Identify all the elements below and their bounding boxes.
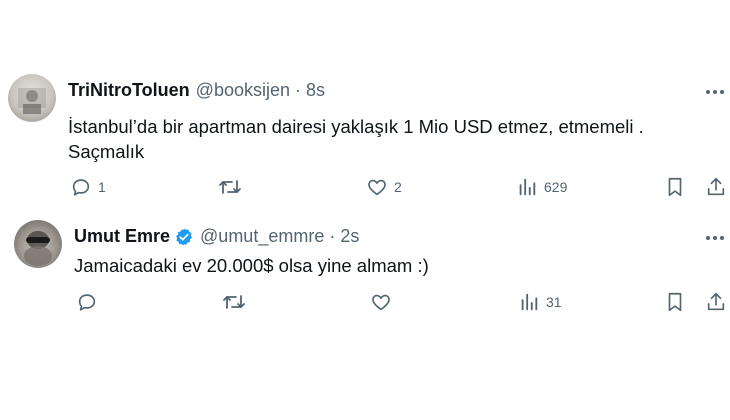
views-button[interactable]: 629 (516, 176, 567, 198)
tweet-text-line-1: Jamaicadaki ev 20.000$ olsa yine almam :… (74, 255, 429, 276)
separator-dot: · (295, 80, 301, 100)
avatar-image (24, 231, 52, 266)
bookmark-button[interactable] (664, 291, 686, 313)
reply-count: 1 (98, 179, 106, 195)
timestamp[interactable]: 8s (306, 80, 325, 101)
tweet-2[interactable]: Umut Emre @umut_emmre · 2s Jamaicadaki e… (0, 210, 730, 330)
heart-icon (366, 176, 388, 198)
reply-button[interactable] (76, 291, 104, 313)
reply-icon (70, 176, 92, 198)
timestamp[interactable]: 2s (340, 226, 359, 247)
share-button[interactable] (705, 176, 727, 198)
tweet-header: Umut Emre @umut_emmre · 2s (74, 226, 359, 247)
action-bar: 31 (0, 291, 730, 315)
retweet-button[interactable] (218, 176, 248, 198)
retweet-icon (222, 291, 246, 313)
views-icon (518, 291, 540, 313)
avatar[interactable] (8, 74, 56, 122)
views-button[interactable]: 31 (518, 291, 562, 313)
tweet-header: TriNitroToluen @booksijen · 8s (68, 80, 325, 101)
author-handle[interactable]: @umut_emmre (200, 226, 324, 247)
bookmark-icon (664, 291, 686, 313)
tweet-text-line-1: İstanbul’da bir apartman dairesi yaklaşı… (68, 116, 644, 137)
share-icon (705, 291, 727, 313)
bookmark-button[interactable] (664, 176, 686, 198)
more-icon[interactable] (702, 228, 728, 248)
avatar-image (18, 88, 46, 114)
like-count: 2 (394, 179, 402, 195)
like-button[interactable]: 2 (366, 176, 402, 198)
views-count: 629 (544, 179, 568, 195)
avatar[interactable] (14, 220, 62, 268)
share-icon (705, 176, 727, 198)
heart-icon (370, 291, 392, 313)
retweet-icon (218, 176, 242, 198)
reply-button[interactable]: 1 (70, 176, 106, 198)
author-handle[interactable]: @booksijen (196, 80, 290, 101)
author-name[interactable]: Umut Emre (74, 226, 170, 247)
reply-icon (76, 291, 98, 313)
more-icon[interactable] (702, 82, 728, 102)
author-name[interactable]: TriNitroToluen (68, 80, 190, 101)
separator-dot: · (329, 226, 336, 246)
views-count: 31 (546, 294, 562, 310)
share-button[interactable] (705, 291, 727, 313)
bookmark-icon (664, 176, 686, 198)
verified-badge-icon (174, 227, 194, 247)
like-button[interactable] (370, 291, 398, 313)
views-icon (516, 176, 538, 198)
tweet-text-line-2: Saçmalık (68, 141, 145, 162)
tweet-1[interactable]: TriNitroToluen @booksijen · 8s İstanbul’… (0, 0, 730, 210)
retweet-button[interactable] (222, 291, 252, 313)
action-bar: 1 2 629 (0, 176, 730, 200)
